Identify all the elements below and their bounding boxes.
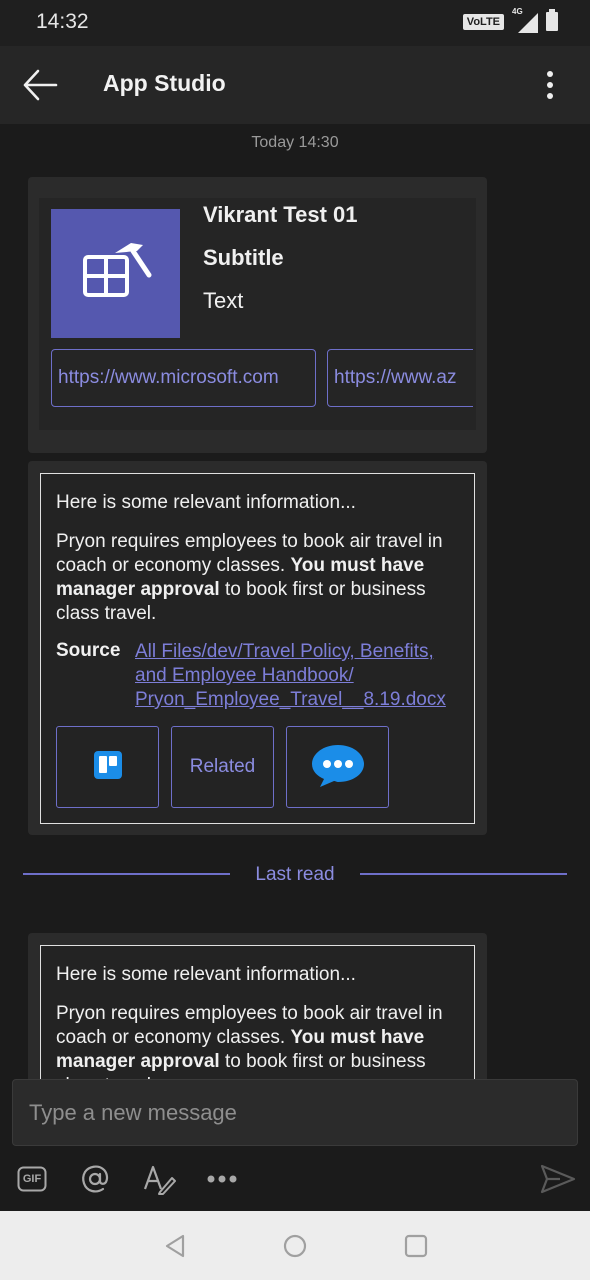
related-label: Related (189, 756, 256, 777)
last-read-divider: Last read (0, 860, 590, 890)
chat-area[interactable]: Today 14:30 Vikrant Test 01 Subtitle Tex… (0, 124, 590, 1079)
gif-icon[interactable]: GIF (16, 1161, 48, 1197)
azure-link-button[interactable]: https://www.az (327, 349, 473, 407)
format-icon[interactable] (141, 1161, 177, 1197)
hero-card-message: Vikrant Test 01 Subtitle Text https://ww… (28, 177, 487, 453)
compose-area: GIF (0, 1079, 590, 1211)
trello-button[interactable] (56, 726, 159, 808)
last-read-line-right (360, 873, 567, 875)
source-label: Source (56, 640, 121, 661)
related-button[interactable]: Related (171, 726, 274, 808)
gif-label: GIF (22, 1173, 42, 1185)
battery-icon (546, 8, 558, 36)
app-studio-icon (51, 209, 180, 338)
more-vertical-icon[interactable] (538, 68, 562, 102)
mention-icon[interactable] (78, 1161, 112, 1197)
trello-icon (93, 750, 122, 784)
app-bar: App Studio (0, 46, 590, 124)
source-link[interactable]: All Files/dev/Travel Policy, Benefits, a… (135, 640, 465, 712)
answer-body-2: Pryon requires employees to book air tra… (56, 1002, 466, 1079)
answer-intro: Here is some relevant information... (56, 492, 356, 513)
status-icons: VoLTE 4G (462, 7, 558, 36)
answer-card-message-2: Here is some relevant information... Pry… (28, 933, 487, 1079)
card-link-buttons: https://www.microsoft.com https://www.az (51, 349, 473, 407)
status-bar: 14:32 VoLTE 4G (0, 0, 590, 46)
chat-bubble-icon (310, 743, 366, 792)
volte-icon: VoLTE (462, 14, 504, 30)
back-arrow-icon[interactable] (20, 66, 60, 104)
card-title: Vikrant Test 01 (203, 202, 358, 227)
answer-card-message: Here is some relevant information... Pry… (28, 461, 487, 835)
signal-icon: 4G (512, 7, 538, 33)
network-label: 4G (512, 7, 523, 16)
card-subtitle: Subtitle (203, 245, 284, 270)
send-icon[interactable] (538, 1161, 578, 1197)
answer-card: Here is some relevant information... Pry… (40, 473, 475, 824)
nav-back-icon[interactable] (163, 1233, 189, 1259)
last-read-label: Last read (255, 864, 335, 885)
microsoft-link-button[interactable]: https://www.microsoft.com (51, 349, 316, 407)
nav-home-icon[interactable] (282, 1233, 308, 1259)
answer-intro-2: Here is some relevant information... (56, 964, 356, 985)
answer-body: Pryon requires employees to book air tra… (56, 530, 466, 626)
hero-card: Vikrant Test 01 Subtitle Text https://ww… (39, 198, 476, 430)
system-nav-bar (0, 1211, 590, 1280)
app-title: App Studio (103, 70, 226, 96)
status-time: 14:32 (36, 10, 89, 33)
nav-recents-icon[interactable] (403, 1233, 429, 1259)
card-text: Text (203, 288, 244, 313)
message-input-box[interactable] (12, 1079, 578, 1146)
answer-card-2: Here is some relevant information... Pry… (40, 945, 475, 1079)
chat-bubble-button[interactable] (286, 726, 389, 808)
message-input[interactable] (29, 1080, 559, 1145)
more-horizontal-icon[interactable] (204, 1161, 240, 1197)
message-timestamp: Today 14:30 (251, 134, 339, 151)
